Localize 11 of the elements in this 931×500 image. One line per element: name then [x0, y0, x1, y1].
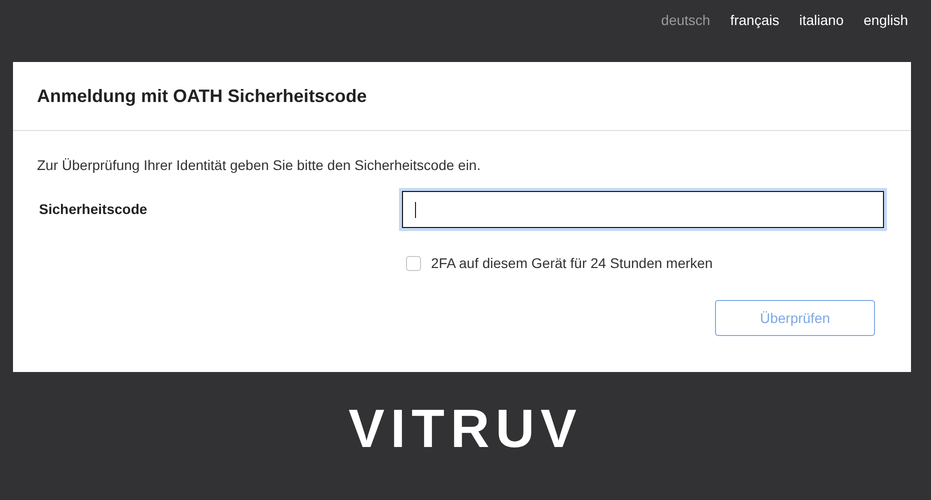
language-link[interactable]: français: [730, 10, 780, 30]
logo: VITRUV: [348, 402, 583, 456]
language-link[interactable]: deutsch: [661, 10, 710, 30]
security-code-field[interactable]: [398, 188, 887, 231]
language-link[interactable]: english: [864, 10, 908, 30]
instruction-text: Zur Überprüfung Ihrer Identität geben Sie bitte den Sicherheitscode ein.: [37, 156, 482, 175]
checkbox[interactable]: [406, 256, 421, 271]
card-title: Anmeldung mit OATH Sicherheitscode: [37, 84, 367, 108]
field-label: Sicherheitscode: [38, 200, 148, 219]
checkbox-label: 2FA auf diesem Gerät für 24 Stunden merken: [431, 254, 713, 273]
language-link[interactable]: italiano: [799, 10, 844, 30]
